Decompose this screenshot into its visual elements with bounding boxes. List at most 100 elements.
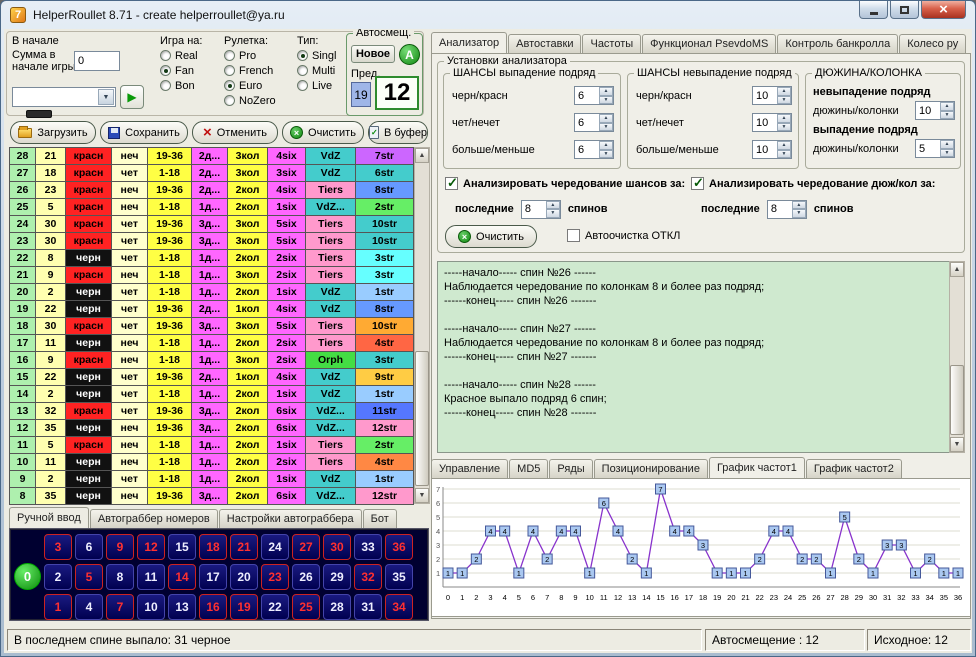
number-button-1[interactable]: 1 — [44, 594, 72, 620]
spinner-up-icon[interactable]: ▲ — [777, 87, 791, 96]
number-button-31[interactable]: 31 — [354, 594, 382, 620]
radio-option-real[interactable]: Real — [160, 49, 198, 62]
spins-table-row[interactable]: 1011черннеч1-181д...2кол2sixTiers4str — [10, 454, 414, 471]
tab-контроль-банкролла[interactable]: Контроль банкролла — [777, 34, 898, 53]
spinner-up-icon[interactable]: ▲ — [792, 201, 806, 210]
spinner-up-icon[interactable]: ▲ — [777, 141, 791, 150]
number-button-25[interactable]: 25 — [292, 594, 320, 620]
toolbar-clipboard-button[interactable]: В буфер — [368, 121, 428, 144]
spins-table-row[interactable]: 202чернчет1-181д...2кол1sixVdZ1str — [10, 284, 414, 301]
number-button-2[interactable]: 2 — [44, 564, 72, 590]
number-button-19[interactable]: 19 — [230, 594, 258, 620]
analyzer-clear-button[interactable]: Очистить — [445, 225, 537, 248]
spins-table-row[interactable]: 1522чернчет19-362д...1кол4sixVdZ9str — [10, 369, 414, 386]
log-scrollbar-thumb[interactable] — [950, 365, 964, 435]
number-button-11[interactable]: 11 — [137, 564, 165, 590]
number-button-20[interactable]: 20 — [230, 564, 258, 590]
number-button-6[interactable]: 6 — [75, 534, 103, 560]
spinner[interactable]: 10▲▼ — [915, 101, 955, 120]
spins-table-row[interactable]: 142чернчет1-181д...2кол1sixVdZ1str — [10, 386, 414, 403]
radio-option-pro[interactable]: Pro — [224, 49, 276, 62]
spins-table-row[interactable]: 255красннеч1-181д...2кол1sixVdZ...2str — [10, 199, 414, 216]
log-scroll-up-icon[interactable]: ▲ — [950, 262, 964, 277]
spinner-up-icon[interactable]: ▲ — [777, 114, 791, 123]
spinner-down-icon[interactable]: ▼ — [599, 96, 613, 105]
toolbar-cancel-button[interactable]: Отменить — [192, 121, 278, 144]
tab-частоты[interactable]: Частоты — [582, 34, 641, 53]
spins-table-row[interactable]: 2330краснчет19-363д...3кол5sixTiers10str — [10, 233, 414, 250]
collapse-button[interactable] — [26, 110, 52, 118]
spinner-down-icon[interactable]: ▼ — [546, 209, 560, 218]
alternation-dozen-checkbox[interactable] — [691, 177, 704, 190]
tab-функционал-psevdoms[interactable]: Функционал PsevdoMS — [642, 34, 776, 53]
radio-option-nozero[interactable]: NoZero — [224, 94, 276, 107]
tab-колесо-ру[interactable]: Колесо ру — [899, 34, 966, 53]
radio-option-bon[interactable]: Bon — [160, 79, 198, 92]
number-button-4[interactable]: 4 — [75, 594, 103, 620]
spinner[interactable]: 8▲▼ — [767, 200, 807, 219]
number-button-3[interactable]: 3 — [44, 534, 72, 560]
number-button-27[interactable]: 27 — [292, 534, 320, 560]
tab-бот[interactable]: Бот — [363, 509, 397, 528]
tab-график-частот1[interactable]: График частот1 — [709, 457, 805, 478]
toolbar-floppy-save-button[interactable]: Сохранить — [100, 121, 188, 144]
toolbar-clear-button[interactable]: Очистить — [282, 121, 364, 144]
spinner[interactable]: 10▲▼ — [752, 140, 792, 159]
tab-md5[interactable]: MD5 — [509, 459, 548, 478]
spinner[interactable]: 10▲▼ — [752, 86, 792, 105]
spinner-down-icon[interactable]: ▼ — [792, 209, 806, 218]
spinner[interactable]: 6▲▼ — [574, 113, 614, 132]
number-button-35[interactable]: 35 — [385, 564, 413, 590]
number-button-32[interactable]: 32 — [354, 564, 382, 590]
spins-table-row[interactable]: 1332краснчет19-363д...2кол6sixVdZ...11st… — [10, 403, 414, 420]
spins-table-row[interactable]: 1235черннеч19-363д...2кол6sixVdZ...12str — [10, 420, 414, 437]
spinner-up-icon[interactable]: ▲ — [599, 114, 613, 123]
spinner-up-icon[interactable]: ▲ — [599, 141, 613, 150]
scroll-down-icon[interactable]: ▼ — [415, 488, 429, 503]
combo-dropdown-icon[interactable]: ▼ — [98, 89, 114, 105]
number-button-29[interactable]: 29 — [323, 564, 351, 590]
history-combobox[interactable]: ▼ — [12, 87, 116, 107]
tab-настройки-автограббера[interactable]: Настройки автограббера — [219, 509, 362, 528]
new-shift-button[interactable]: Новое — [351, 45, 395, 63]
log-scroll-down-icon[interactable]: ▼ — [950, 437, 964, 452]
spins-table-row[interactable]: 835черннеч19-363д...2кол6sixVdZ...12str — [10, 488, 414, 505]
number-button-5[interactable]: 5 — [75, 564, 103, 590]
start-sum-input[interactable] — [74, 51, 120, 71]
number-button-18[interactable]: 18 — [199, 534, 227, 560]
spinner-down-icon[interactable]: ▼ — [940, 111, 954, 120]
toolbar-folder-open-button[interactable]: Загрузить — [10, 121, 96, 144]
close-button[interactable] — [921, 1, 966, 19]
spinner[interactable]: 6▲▼ — [574, 140, 614, 159]
spinner-up-icon[interactable]: ▲ — [940, 102, 954, 111]
number-button-17[interactable]: 17 — [199, 564, 227, 590]
radio-option-multi[interactable]: Multi — [297, 64, 336, 77]
spins-table-row[interactable]: 228чернчет1-181д...2кол2sixTiers3str — [10, 250, 414, 267]
tab-ряды[interactable]: Ряды — [549, 459, 592, 478]
spins-table-row[interactable]: 92чернчет1-181д...2кол1sixVdZ1str — [10, 471, 414, 488]
number-button-13[interactable]: 13 — [168, 594, 196, 620]
spins-table-row[interactable]: 1711черннеч1-181д...2кол2sixTiers4str — [10, 335, 414, 352]
radio-option-singl[interactable]: Singl — [297, 49, 336, 62]
spins-table-row[interactable]: 115красннеч1-181д...2кол1sixTiers2str — [10, 437, 414, 454]
spins-table-row[interactable]: 1922чернчет19-362д...1кол4sixVdZ8str — [10, 301, 414, 318]
spinner-up-icon[interactable]: ▲ — [546, 201, 560, 210]
number-button-22[interactable]: 22 — [261, 594, 289, 620]
number-button-21[interactable]: 21 — [230, 534, 258, 560]
tab-ручной-ввод[interactable]: Ручной ввод — [9, 507, 89, 528]
alternation-chances-checkbox[interactable] — [445, 177, 458, 190]
radio-option-french[interactable]: French — [224, 64, 276, 77]
log-scrollbar[interactable]: ▲ ▼ — [949, 261, 965, 453]
spins-table-row[interactable]: 2821красннеч19-362д...3кол4sixVdZ7str — [10, 148, 414, 165]
table-scrollbar[interactable]: ▲ ▼ — [414, 147, 430, 504]
title-bar[interactable]: 7 HelperRoullet 8.71 - create helperroul… — [1, 1, 975, 29]
spins-table-row[interactable]: 1830краснчет19-363д...3кол5sixTiers10str — [10, 318, 414, 335]
tab-автоставки[interactable]: Автоставки — [508, 34, 581, 53]
minimize-button[interactable] — [859, 1, 888, 19]
number-button-26[interactable]: 26 — [292, 564, 320, 590]
spins-table-row[interactable]: 2623красннеч19-362д...2кол4sixTiers8str — [10, 182, 414, 199]
radio-option-euro[interactable]: Euro — [224, 79, 276, 92]
number-button-16[interactable]: 16 — [199, 594, 227, 620]
number-button-28[interactable]: 28 — [323, 594, 351, 620]
spins-table-row[interactable]: 169красннеч1-181д...3кол2sixOrph3str — [10, 352, 414, 369]
